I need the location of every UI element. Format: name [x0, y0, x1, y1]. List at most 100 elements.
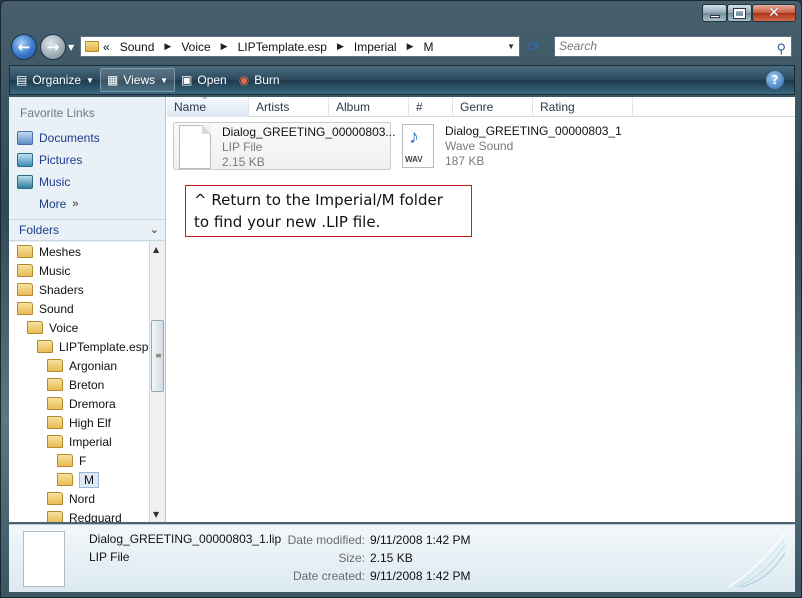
wave-sound-icon: ♪ WAV [402, 124, 434, 168]
views-button[interactable]: ▦ Views ▼ [99, 68, 176, 92]
file-type: Wave Sound [445, 139, 514, 153]
callout-line-2: to find your new .LIP file. [194, 213, 381, 231]
pictures-icon [17, 153, 33, 167]
breadcrumb-separator-icon[interactable]: ▶ [221, 41, 228, 52]
column-label: Rating [540, 100, 575, 114]
tree-folder-label: High Elf [69, 415, 112, 430]
column-name[interactable]: ^ Name [167, 95, 249, 117]
tree-folder-redguard[interactable]: Redguard [47, 508, 122, 522]
forward-arrow-icon: → [46, 38, 60, 56]
organize-button[interactable]: ▤ Organize ▼ [10, 68, 100, 92]
tree-folder-meshes[interactable]: Meshes [17, 242, 81, 261]
search-icon[interactable]: ⚲ [776, 39, 786, 58]
tree-scrollbar[interactable]: ▲ ≡ ▼ [149, 242, 165, 522]
column-label: Artists [256, 100, 290, 114]
folder-icon [47, 378, 63, 391]
maximize-icon [733, 7, 746, 19]
breadcrumb-imperial[interactable]: Imperial [354, 40, 397, 54]
favorite-documents[interactable]: Documents [17, 128, 100, 148]
refresh-button[interactable]: ⟳ [523, 39, 545, 57]
column-track-number[interactable]: # [409, 97, 453, 117]
favorite-label: Music [39, 175, 71, 189]
views-label: Views [123, 73, 156, 87]
maximize-button[interactable] [727, 4, 752, 22]
folder-icon [47, 435, 63, 448]
forward-button[interactable]: → [40, 34, 66, 60]
help-button[interactable]: ? [766, 71, 784, 89]
tree-folder-dremora[interactable]: Dremora [47, 394, 116, 413]
scrollbar-thumb[interactable]: ≡ [151, 320, 164, 392]
favorite-label: Pictures [39, 153, 83, 167]
date-created-value: 9/11/2008 1:42 PM [370, 569, 471, 583]
folder-icon [85, 41, 99, 52]
tree-folder-label: F [79, 453, 87, 468]
favorite-more[interactable]: More » [39, 194, 78, 214]
file-list: ^ Name Artists Album # Genre Rating Dial… [167, 95, 795, 522]
minimize-button[interactable] [702, 4, 727, 22]
close-icon: ✕ [768, 5, 780, 21]
details-pane: Dialog_GREETING_00000803_1.lip LIP File … [9, 524, 795, 592]
breadcrumb-sound[interactable]: Sound [120, 40, 155, 54]
folder-icon [57, 473, 73, 486]
tree-folder-breton[interactable]: Breton [47, 375, 104, 394]
file-tile-lip[interactable]: Dialog_GREETING_00000803... LIP File 2.1… [173, 122, 395, 170]
favorite-pictures[interactable]: Pictures [17, 150, 82, 170]
tree-folder-sound[interactable]: Sound [17, 299, 74, 318]
open-icon: ▣ [181, 73, 193, 87]
back-button[interactable]: ← [11, 34, 37, 60]
tree-folder-label: Imperial [69, 434, 112, 449]
folder-icon [47, 511, 63, 522]
tree-folder-voice[interactable]: Voice [27, 318, 78, 337]
tree-folder-nord[interactable]: Nord [47, 489, 95, 508]
tree-folder-shaders[interactable]: Shaders [17, 280, 84, 299]
column-rating[interactable]: Rating [533, 97, 633, 117]
favorite-music[interactable]: Music [17, 172, 70, 192]
double-chevron-right-icon: » [72, 198, 79, 210]
recent-pages-button[interactable]: ▼ [68, 43, 78, 53]
size-label: Size: [338, 551, 365, 565]
tree-folder-label: Breton [69, 377, 105, 392]
folders-header[interactable]: Folders ⌄ [9, 219, 165, 241]
tree-folder-m[interactable]: M [57, 470, 99, 489]
instruction-callout: ^ Return to the Imperial/M folder to fin… [185, 185, 472, 237]
tree-folder-label: Redguard [69, 510, 122, 523]
date-modified-label: Date modified: [287, 533, 365, 547]
tree-folder-f[interactable]: F [57, 451, 86, 470]
file-tile-wav[interactable]: ♪ WAV Dialog_GREETING_00000803_1 Wave So… [402, 122, 632, 170]
column-album[interactable]: Album [329, 97, 409, 117]
file-name: Dialog_GREETING_00000803... [222, 125, 396, 139]
scroll-down-icon[interactable]: ▼ [153, 510, 159, 519]
tree-folder-argonian[interactable]: Argonian [47, 356, 117, 375]
column-genre[interactable]: Genre [453, 97, 533, 117]
address-bar[interactable]: « Sound ▶ Voice ▶ LIPTemplate.esp ▶ Impe… [80, 36, 520, 57]
tree-folder-imperial[interactable]: Imperial [47, 432, 112, 451]
tree-folder-label: Meshes [39, 244, 82, 259]
chevron-down-icon[interactable]: ▼ [507, 42, 515, 51]
close-button[interactable]: ✕ [752, 4, 796, 22]
folder-tree: Meshes Music Shaders Sound Voice LIPTemplate.… [9, 242, 149, 522]
folder-icon [47, 492, 63, 505]
column-artists[interactable]: Artists [249, 97, 329, 117]
breadcrumb-separator-icon[interactable]: ▶ [407, 41, 414, 52]
breadcrumb-m[interactable]: M [424, 40, 434, 54]
breadcrumb-voice[interactable]: Voice [181, 40, 210, 54]
open-button[interactable]: ▣ Open [175, 68, 233, 92]
chevron-down-icon: ▼ [86, 75, 94, 85]
folder-icon [57, 454, 73, 467]
breadcrumb-liptemplate[interactable]: LIPTemplate.esp [238, 40, 327, 54]
folder-icon [17, 264, 33, 277]
documents-icon [17, 131, 33, 145]
tree-folder-high-elf[interactable]: High Elf [47, 413, 111, 432]
breadcrumb-separator-icon[interactable]: ▶ [164, 41, 171, 52]
tree-folder-music[interactable]: Music [17, 261, 70, 280]
search-input[interactable]: Search ⚲ [554, 36, 792, 57]
breadcrumb-overflow[interactable]: « [103, 40, 110, 54]
tree-folder-label: Nord [69, 491, 96, 506]
chevron-down-icon[interactable]: ▼ [160, 76, 168, 85]
refresh-icon: ⟳ [528, 39, 540, 55]
scroll-up-icon[interactable]: ▲ [153, 245, 159, 254]
generic-file-icon [23, 531, 65, 587]
breadcrumb-separator-icon[interactable]: ▶ [337, 41, 344, 52]
tree-folder-liptemplate-esp[interactable]: LIPTemplate.esp [37, 337, 148, 356]
burn-button[interactable]: ◉ Burn [233, 68, 286, 92]
